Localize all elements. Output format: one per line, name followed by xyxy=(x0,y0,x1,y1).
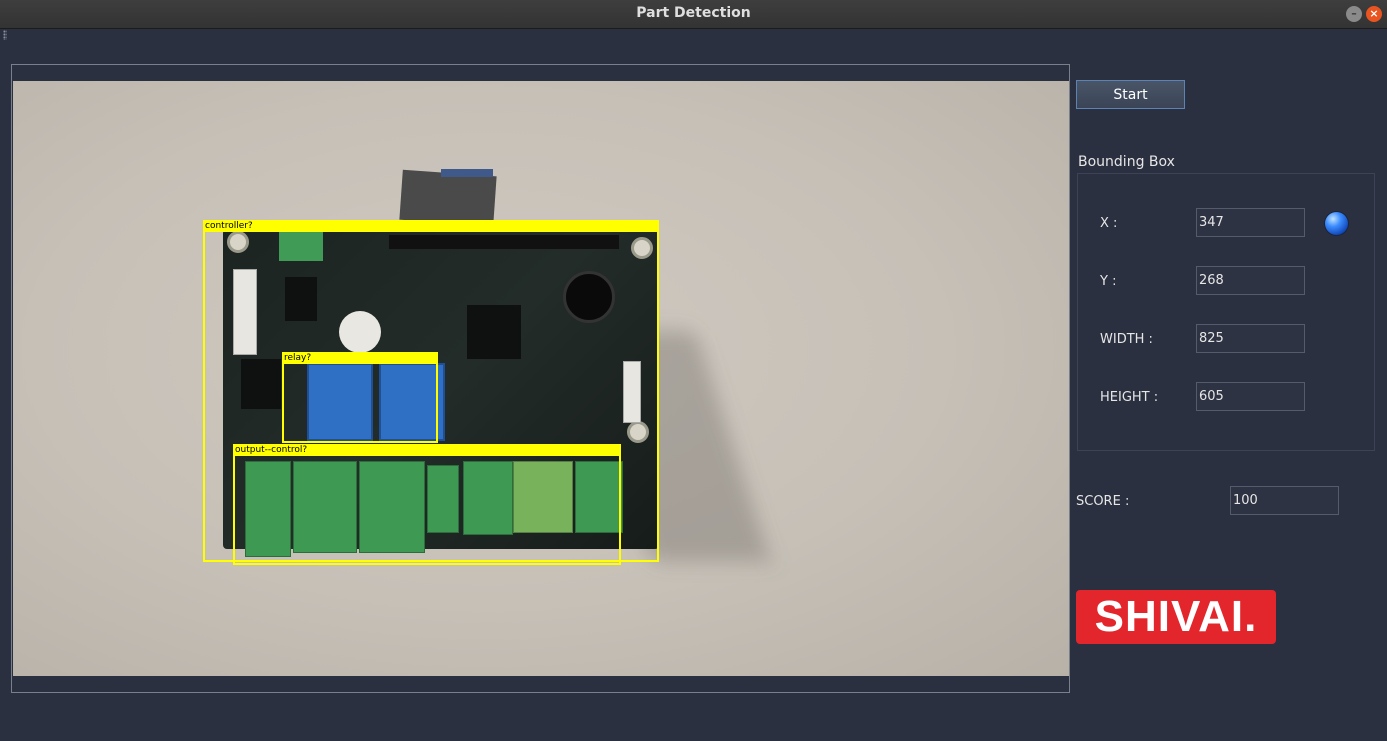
x-label: X : xyxy=(1100,216,1118,231)
start-button[interactable]: Start xyxy=(1076,80,1185,109)
title-bar: Part Detection – × xyxy=(0,0,1387,29)
width-field[interactable] xyxy=(1196,324,1305,353)
camera-feed: controller? relay? output--control? xyxy=(13,81,1069,676)
toolbar-grip-icon[interactable] xyxy=(3,30,7,40)
detection-box-output-control: output--control? xyxy=(233,444,621,565)
detection-box-relay: relay? xyxy=(282,352,438,443)
score-field[interactable] xyxy=(1230,486,1339,515)
close-icon[interactable]: × xyxy=(1366,6,1382,22)
window-title: Part Detection xyxy=(636,5,751,21)
detection-label: relay? xyxy=(282,352,438,364)
y-field[interactable] xyxy=(1196,266,1305,295)
width-label: WIDTH : xyxy=(1100,332,1153,347)
score-label: SCORE : xyxy=(1076,494,1130,509)
status-indicator-icon xyxy=(1325,212,1348,235)
height-label: HEIGHT : xyxy=(1100,390,1159,405)
video-panel: controller? relay? output--control? xyxy=(11,64,1070,693)
minimize-icon[interactable]: – xyxy=(1346,6,1362,22)
y-label: Y : xyxy=(1100,274,1117,289)
x-field[interactable] xyxy=(1196,208,1305,237)
detection-label: output--control? xyxy=(233,444,621,456)
height-field[interactable] xyxy=(1196,382,1305,411)
background-object-stripe xyxy=(441,169,493,177)
bounding-box-title: Bounding Box xyxy=(1078,154,1175,170)
brand-logo: SHIVAI. xyxy=(1076,590,1276,644)
background-object xyxy=(399,169,497,227)
detection-label: controller? xyxy=(203,220,659,232)
